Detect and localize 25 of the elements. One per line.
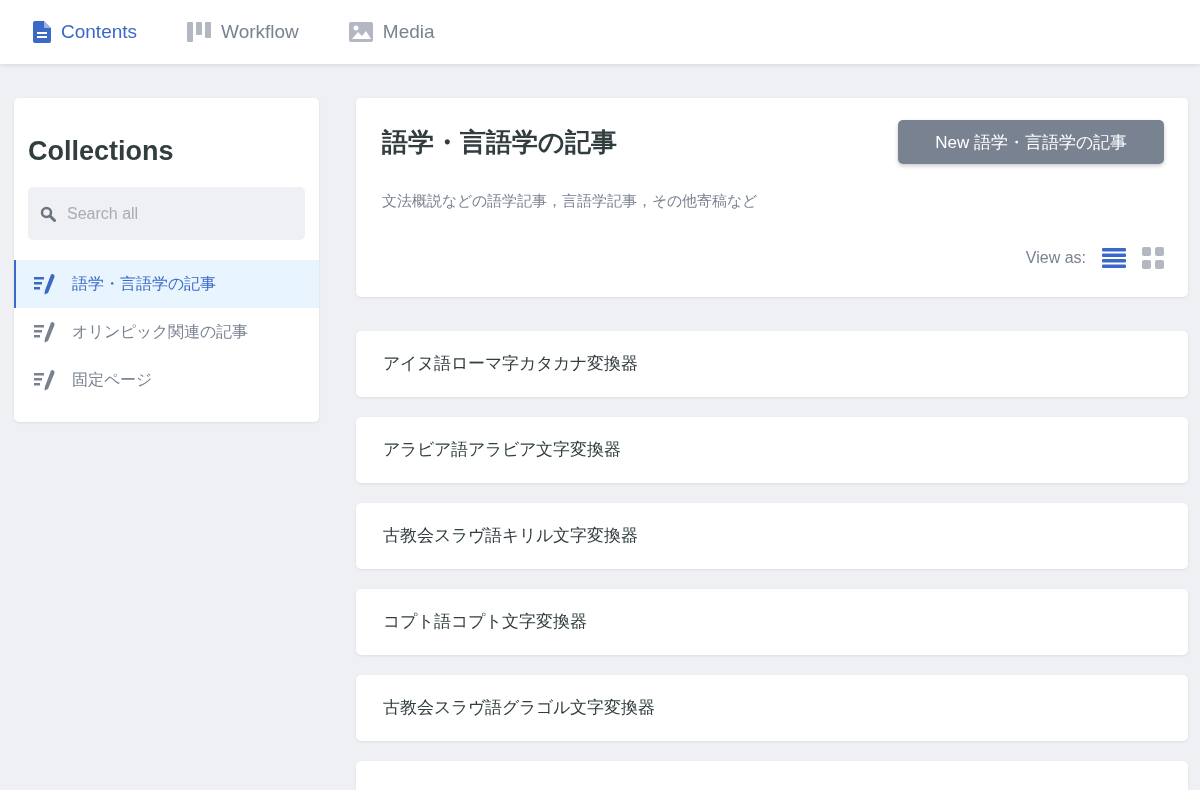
collection-item[interactable]: 固定ページ — [14, 356, 319, 404]
view-as-label: View as: — [1025, 249, 1086, 267]
new-entry-button[interactable]: New 語学・言語学の記事 — [898, 120, 1164, 164]
columns-icon — [187, 22, 212, 42]
edit-lines-icon — [34, 321, 56, 343]
edit-lines-icon — [34, 273, 56, 295]
nav-tab[interactable]: Media — [348, 21, 435, 43]
entry-card[interactable]: 古教会スラヴ語グラゴル文字変換器 — [356, 675, 1188, 741]
sidebar-title: Collections — [28, 136, 175, 167]
collection-item[interactable]: オリンピック関連の記事 — [14, 308, 319, 356]
document-icon — [33, 21, 51, 43]
entry-card[interactable]: 古教会スラヴ語キリル文字変換器 — [356, 503, 1188, 569]
entry-card[interactable]: アイヌ語ローマ字カタカナ変換器 — [356, 331, 1188, 397]
nav-tab[interactable]: Workflow — [187, 21, 299, 43]
collection-item[interactable]: 語学・言語学の記事 — [14, 260, 319, 308]
search-field[interactable]: Search all — [28, 187, 305, 240]
image-icon — [348, 22, 373, 42]
edit-lines-icon — [34, 369, 56, 391]
entry-card[interactable]: アラビア語アラビア文字変換器 — [356, 417, 1188, 483]
nav-tab[interactable]: Contents — [33, 21, 138, 43]
entry-card[interactable]: コプト語コプト文字変換器 — [356, 589, 1188, 655]
list-view-icon[interactable] — [1102, 247, 1126, 269]
collection-title: 語学・言語学の記事 — [382, 125, 617, 159]
grid-view-icon[interactable] — [1142, 247, 1164, 269]
collection-description: 文法概説などの語学記事，言語学記事，その他寄稿など — [382, 192, 758, 211]
